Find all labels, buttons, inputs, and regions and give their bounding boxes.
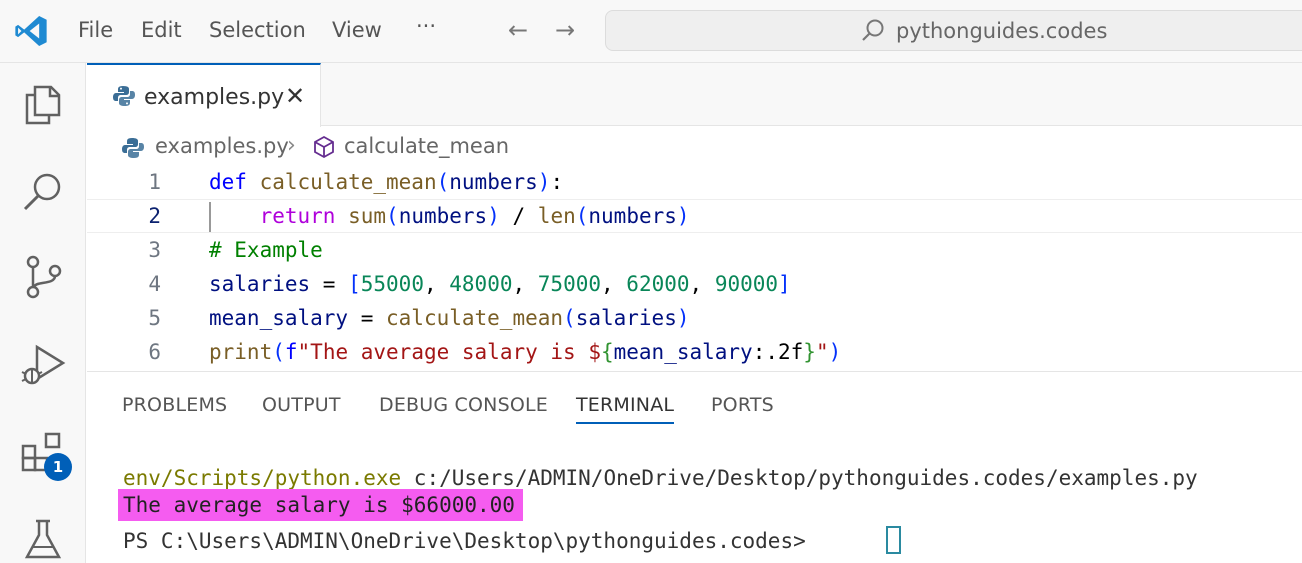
extensions-badge: 1 — [44, 453, 72, 481]
activity-bar — [0, 63, 86, 563]
chevron-right-icon: › — [287, 133, 296, 158]
code-line: 3 # Example — [87, 234, 1302, 268]
tab-examples-py[interactable]: examples.py ✕ — [87, 63, 321, 127]
tab-problems[interactable]: PROBLEMS — [122, 394, 227, 416]
breadcrumb-file[interactable]: examples.py — [155, 134, 289, 158]
tab-label: examples.py — [144, 85, 285, 110]
close-icon[interactable]: ✕ — [285, 82, 305, 110]
search-icon — [862, 19, 884, 41]
breadcrumb-symbol[interactable]: calculate_mean — [344, 134, 509, 158]
tab-output[interactable]: OUTPUT — [262, 394, 341, 416]
code-line: 6 print(f"The average salary is ${mean_s… — [87, 336, 1302, 370]
line-number: 1 — [148, 170, 161, 194]
terminal-command-line: env/Scripts/python.exe c:/Users/ADMIN/On… — [123, 466, 1198, 490]
line-number: 5 — [148, 306, 161, 330]
tab-debug-console[interactable]: DEBUG CONSOLE — [379, 394, 548, 416]
code-text: def calculate_mean(numbers): — [209, 170, 564, 194]
line-number: 2 — [148, 204, 161, 228]
code-line: 5 mean_salary = calculate_mean(salaries) — [87, 302, 1302, 336]
terminal-command-exe: env/Scripts/python.exe — [123, 466, 402, 490]
terminal-prompt: PS C:\Users\ADMIN\OneDrive\Desktop\pytho… — [123, 529, 806, 553]
terminal-cursor[interactable] — [886, 526, 901, 554]
python-file-icon — [113, 86, 135, 106]
menu-file[interactable]: File — [78, 18, 113, 42]
code-text: # Example — [209, 238, 323, 262]
code-line: 1 def calculate_mean(numbers): — [87, 166, 1302, 200]
code-text: mean_salary = calculate_mean(salaries) — [209, 306, 690, 330]
code-text: salaries = [55000, 48000, 75000, 62000, … — [209, 272, 791, 296]
tab-ports[interactable]: PORTS — [711, 394, 774, 416]
source-control-icon[interactable] — [19, 253, 67, 301]
terminal-output-highlighted: The average salary is $66000.00 — [118, 489, 523, 521]
title-bar: File Edit Selection View ··· ← → pythong… — [0, 0, 1302, 63]
code-text: return sum(numbers) / len(numbers) — [259, 204, 690, 228]
vscode-logo-icon[interactable] — [14, 14, 48, 48]
menu-more[interactable]: ··· — [416, 14, 436, 38]
code-text: print(f"The average salary is ${mean_sal… — [209, 340, 842, 364]
terminal-command-args: c:/Users/ADMIN/OneDrive/Desktop/pythongu… — [401, 466, 1198, 490]
python-file-icon — [122, 138, 144, 158]
menu-selection[interactable]: Selection — [209, 18, 306, 42]
search-icon[interactable] — [19, 168, 67, 216]
menu-edit[interactable]: Edit — [141, 18, 182, 42]
line-number: 6 — [148, 340, 161, 364]
method-symbol-icon — [314, 135, 334, 159]
command-center-label: pythonguides.codes — [896, 19, 1108, 43]
testing-icon[interactable] — [19, 515, 67, 563]
menu-view[interactable]: View — [332, 18, 382, 42]
back-arrow-icon[interactable]: ← — [508, 16, 528, 44]
code-line-current: 2 return sum(numbers) / len(numbers) — [87, 199, 1302, 233]
line-number: 4 — [148, 272, 161, 296]
code-editor[interactable]: 1 def calculate_mean(numbers): 2 return … — [87, 166, 1302, 372]
explorer-icon[interactable] — [19, 81, 67, 129]
tab-terminal[interactable]: TERMINAL — [576, 394, 675, 424]
line-number: 3 — [148, 238, 161, 262]
forward-arrow-icon[interactable]: → — [555, 16, 575, 44]
run-debug-icon[interactable] — [19, 341, 67, 389]
code-line: 4 salaries = [55000, 48000, 75000, 62000… — [87, 268, 1302, 302]
